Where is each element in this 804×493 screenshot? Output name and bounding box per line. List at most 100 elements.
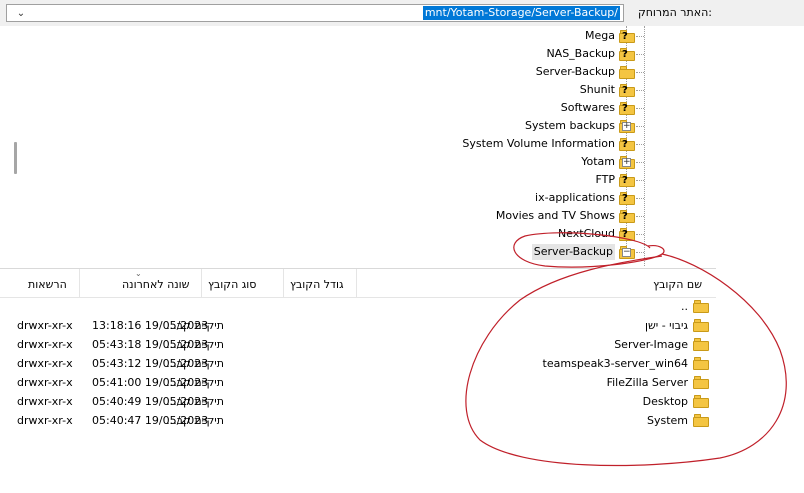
file-row[interactable]: Server-Image תיקיית קב... 05:43:18 19/05/2… bbox=[0, 335, 716, 354]
folder-question-icon: ? bbox=[619, 210, 635, 223]
tree-guide-line bbox=[636, 126, 644, 127]
remote-path-input[interactable]: ⌄ mnt/Yotam-Storage/Server-Backup/ bbox=[6, 4, 624, 22]
file-permissions: drwxr-xr-x bbox=[17, 414, 73, 427]
tree-item[interactable]: Server-Backup bbox=[0, 63, 615, 81]
column-divider[interactable] bbox=[283, 269, 284, 297]
tree-item-label: Yotam bbox=[581, 155, 615, 168]
folder-icon bbox=[693, 300, 709, 313]
tree-item-label: System backups bbox=[524, 119, 615, 132]
file-modified: 05:43:12 19/05/2023 bbox=[92, 357, 209, 370]
folder-question-icon: ? bbox=[619, 30, 635, 43]
folder-icon bbox=[693, 319, 709, 332]
tree-item[interactable]: Yotam bbox=[0, 153, 615, 171]
sort-caret-icon: ⌄ bbox=[135, 269, 142, 278]
tree-item-label: Mega bbox=[585, 29, 615, 42]
tree-guide-line bbox=[636, 72, 644, 73]
folder-question-icon: ? bbox=[619, 174, 635, 187]
folder-icon bbox=[693, 395, 709, 408]
folder-question-icon: ? bbox=[619, 192, 635, 205]
tree-item-label: Server-Backup bbox=[531, 244, 615, 260]
file-row[interactable]: Desktop תיקיית קב... 05:40:49 19/05/2023 dr… bbox=[0, 392, 716, 411]
tree-item[interactable]: FTP bbox=[0, 171, 616, 189]
tree-guide-line bbox=[636, 144, 644, 145]
column-header-type[interactable]: סוג הקובץ bbox=[208, 278, 256, 291]
tree-guide-line bbox=[636, 90, 644, 91]
tree-item-label: NextCloud bbox=[557, 227, 615, 240]
file-permissions: drwxr-xr-x bbox=[17, 395, 73, 408]
tree-guide-line bbox=[636, 54, 644, 55]
folder-icon bbox=[693, 414, 709, 427]
column-header-modified[interactable]: שונה לאחרונה bbox=[122, 278, 189, 291]
file-name: System bbox=[646, 414, 688, 427]
file-modified: 13:18:16 19/05/2023 bbox=[92, 319, 209, 332]
expand-icon[interactable]: + bbox=[622, 122, 631, 131]
tree-item[interactable]: Movies and TV Shows bbox=[0, 207, 615, 225]
tree-guide-line bbox=[636, 234, 644, 235]
remote-site-label: האתר המרוחק: bbox=[637, 6, 712, 19]
folder-question-icon: ? bbox=[619, 102, 635, 115]
tree-item-label: Movies and TV Shows bbox=[495, 209, 615, 222]
expand-icon[interactable]: + bbox=[622, 158, 631, 167]
file-name: teamspeak3-server_win64 bbox=[542, 357, 688, 370]
tree-guide-line bbox=[636, 36, 644, 37]
tree-item-label: System Volume Information bbox=[462, 137, 615, 150]
right-panel-strip bbox=[716, 26, 804, 492]
tree-item[interactable]: Server-Backup bbox=[0, 243, 615, 261]
column-header-permissions[interactable]: הרשאות bbox=[28, 278, 67, 291]
column-divider[interactable] bbox=[79, 269, 80, 297]
folder-question-icon: ? bbox=[619, 138, 635, 151]
tree-item-label: Shunit bbox=[579, 83, 615, 96]
file-permissions: drwxr-xr-x bbox=[17, 319, 73, 332]
file-modified: 05:40:49 19/05/2023 bbox=[92, 395, 209, 408]
tree-item[interactable]: ix-applications bbox=[0, 189, 615, 207]
file-row[interactable]: System תיקיית קב... 05:40:47 19/05/2023 drw… bbox=[0, 411, 716, 430]
folder-question-icon: ? bbox=[619, 48, 635, 61]
tree-item[interactable]: NAS_Backup bbox=[0, 45, 615, 63]
tree-item-label: NAS_Backup bbox=[546, 47, 615, 60]
file-permissions: drwxr-xr-x bbox=[17, 338, 73, 351]
remote-directory-tree: Mega? NAS_Backup? Server-Backup Shunit? Soft… bbox=[0, 26, 717, 266]
column-divider[interactable] bbox=[356, 269, 357, 297]
folder-icon bbox=[619, 66, 635, 79]
tree-item-label: Server-Backup bbox=[535, 65, 615, 78]
file-name: Server-Image bbox=[614, 338, 688, 351]
file-modified: 05:43:18 19/05/2023 bbox=[92, 338, 209, 351]
chevron-down-icon[interactable]: ⌄ bbox=[15, 7, 27, 21]
folder-icon bbox=[693, 338, 709, 351]
remote-path-bar: ⌄ mnt/Yotam-Storage/Server-Backup/ האתר … bbox=[0, 0, 804, 27]
file-name: FileZilla Server bbox=[606, 376, 688, 389]
file-row[interactable]: FileZilla Server תיקיית קב... 05:41:00 19/… bbox=[0, 373, 716, 392]
tree-item[interactable]: System backups bbox=[0, 117, 615, 135]
tree-item[interactable]: System Volume Information bbox=[0, 135, 615, 153]
remote-file-list: שם הקובץ גודל הקובץ סוג הקובץ ⌄ שונה לאח… bbox=[0, 268, 716, 493]
tree-guide-line bbox=[636, 216, 644, 217]
file-permissions: drwxr-xr-x bbox=[17, 357, 73, 370]
file-name: Desktop bbox=[642, 395, 688, 408]
tree-guide-line bbox=[636, 162, 644, 163]
file-row[interactable]: teamspeak3-server_win64 תיקיית קב... 05:43… bbox=[0, 354, 716, 373]
column-header-name[interactable]: שם הקובץ bbox=[653, 278, 702, 291]
file-row[interactable]: גיבוי - ישן תיקיית קב... 13:18:16 19/05/20… bbox=[0, 316, 716, 335]
file-permissions: drwxr-xr-x bbox=[17, 376, 73, 389]
tree-guide-line bbox=[636, 180, 644, 181]
tree-guide-line bbox=[636, 252, 644, 253]
collapse-icon[interactable]: − bbox=[622, 248, 631, 257]
file-row[interactable]: .. bbox=[0, 297, 716, 316]
folder-icon bbox=[693, 376, 709, 389]
file-name: .. bbox=[681, 300, 688, 313]
tree-item-label: FTP bbox=[595, 173, 616, 186]
column-header-size[interactable]: גודל הקובץ bbox=[290, 278, 344, 291]
tree-item[interactable]: Softwares bbox=[0, 99, 615, 117]
file-name: גיבוי - ישן bbox=[644, 319, 688, 332]
remote-path-value: mnt/Yotam-Storage/Server-Backup/ bbox=[422, 6, 620, 20]
tree-guide-line bbox=[636, 198, 644, 199]
tree-item[interactable]: NextCloud bbox=[0, 225, 615, 243]
tree-guide-line bbox=[644, 26, 645, 266]
folder-question-icon: ? bbox=[619, 228, 635, 241]
tree-item[interactable]: Shunit bbox=[0, 81, 615, 99]
file-modified: 05:40:47 19/05/2023 bbox=[92, 414, 209, 427]
file-modified: 05:41:00 19/05/2023 bbox=[92, 376, 209, 389]
tree-item-label: ix-applications bbox=[535, 191, 615, 204]
tree-item[interactable]: Mega bbox=[0, 27, 615, 45]
column-divider[interactable] bbox=[201, 269, 202, 297]
